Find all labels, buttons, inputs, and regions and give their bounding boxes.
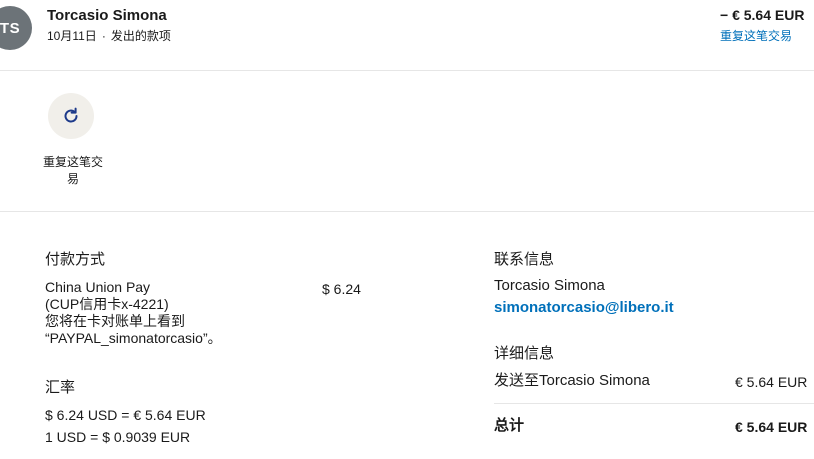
exchange-rate-details: $ 6.24 USD = € 5.64 EUR 1 USD = $ 0.9039…	[45, 404, 206, 448]
details-title: 详细信息	[494, 345, 555, 362]
avatar: TS	[0, 6, 32, 50]
exchange-rate: 1 USD = $ 0.9039 EUR	[45, 429, 191, 445]
divider	[0, 211, 814, 212]
sent-to-amount: € 5.64 EUR	[735, 374, 808, 390]
contact-info-title: 联系信息	[494, 251, 555, 268]
statement-note: 您将在卡对账单上看到	[45, 313, 185, 329]
exchange-rate-title: 汇率	[45, 379, 76, 396]
divider	[0, 70, 814, 71]
transaction-type: 发出的款项	[110, 29, 171, 43]
total-label: 总计	[494, 417, 525, 434]
repeat-transaction-button[interactable]	[48, 93, 94, 139]
transaction-meta: 10月11日 · 发出的款项	[47, 27, 171, 44]
meta-separator: ·	[101, 29, 106, 43]
transaction-date: 10月11日	[47, 29, 97, 43]
payment-method-name: China Union Pay	[45, 279, 151, 295]
counterparty-name: Torcasio Simona	[47, 7, 167, 24]
total-amount: € 5.64 EUR	[735, 419, 808, 435]
payment-method-title: 付款方式	[45, 251, 106, 268]
payment-card-info: (CUP信用卡x-4221)	[45, 296, 169, 312]
sent-to-label: 发送至Torcasio Simona	[494, 372, 650, 389]
statement-descriptor: “PAYPAL_simonatorcasio”。	[45, 330, 222, 346]
repeat-transaction-label[interactable]: 重复这笔交易	[38, 154, 108, 188]
transaction-detail-page: TS Torcasio Simona 10月11日 · 发出的款项 − € 5.64…	[0, 0, 814, 459]
contact-email-link[interactable]: simonatorcasio@libero.it	[494, 299, 674, 316]
payment-method-details: China Union Pay (CUP信用卡x-4221) 您将在卡对账单上看…	[45, 279, 222, 347]
transaction-amount: − € 5.64 EUR	[720, 7, 805, 23]
divider	[494, 403, 814, 404]
refresh-icon	[64, 107, 78, 123]
payment-amount: $ 6.24	[322, 281, 361, 297]
avatar-initials: TS	[0, 19, 21, 37]
contact-name: Torcasio Simona	[494, 277, 605, 294]
repeat-transaction-link[interactable]: 重复这笔交易	[720, 27, 792, 44]
exchange-conversion: $ 6.24 USD = € 5.64 EUR	[45, 407, 206, 423]
